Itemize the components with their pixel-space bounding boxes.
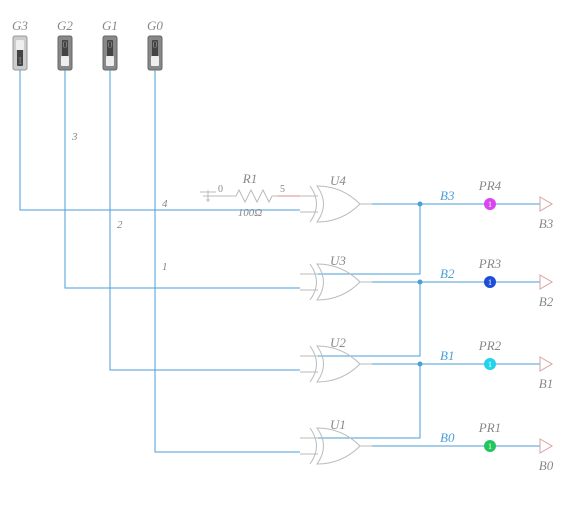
gate-u2	[300, 346, 372, 382]
out-b1-label: B1	[539, 376, 553, 391]
pr3-label: PR3	[478, 256, 502, 271]
r1-name: R1	[242, 171, 257, 186]
switch-g0[interactable]: G0 0	[147, 18, 163, 70]
out-b3	[540, 197, 552, 211]
switch-g3-label: G3	[12, 18, 28, 33]
net-b3-label: B3	[440, 188, 455, 203]
pr2-label: PR2	[478, 338, 502, 353]
out-b0	[540, 439, 552, 453]
wire-g2	[65, 70, 300, 288]
out-b0-label: B0	[539, 458, 554, 473]
pr2-value: 1	[488, 360, 492, 369]
net-4-label: 4	[162, 198, 168, 210]
pr3-value: 1	[488, 278, 492, 287]
r1-node-left: 0	[218, 184, 223, 195]
wire-b1-fb	[300, 364, 420, 438]
switch-g2-label: G2	[57, 18, 73, 33]
pr4-label: PR4	[478, 178, 502, 193]
wire-g0	[155, 70, 300, 452]
net-b0-label: B0	[440, 430, 455, 445]
switch-g1[interactable]: G1 0	[102, 18, 118, 70]
switch-g0-value: 0	[153, 40, 158, 51]
schematic-canvas: G3 1 G2 0 G1 0 G0 0 3 2 1 4	[0, 0, 583, 510]
resistor-r1: R1 100Ω	[230, 171, 278, 219]
net-1-label: 1	[162, 261, 168, 273]
wire-b3-fb	[300, 204, 420, 274]
pr1-label: PR1	[478, 420, 501, 435]
out-b1	[540, 357, 552, 371]
r1-value: 100Ω	[238, 207, 263, 219]
pr4-value: 1	[488, 200, 492, 209]
out-b3-label: B3	[539, 216, 554, 231]
gate-u1	[300, 428, 372, 464]
net-3-label: 3	[71, 131, 78, 143]
switch-g1-value: 0	[108, 40, 113, 51]
wire-g1	[110, 70, 300, 370]
switch-g0-label: G0	[147, 18, 163, 33]
switch-g3[interactable]: G3 1	[12, 18, 28, 70]
switch-g2[interactable]: G2 0	[57, 18, 73, 70]
pr1-value: 1	[488, 442, 492, 451]
out-b2-label: B2	[539, 294, 554, 309]
net-2-label: 2	[117, 219, 123, 231]
u4-label: U4	[330, 173, 346, 188]
switch-g3-value: 1	[18, 56, 23, 67]
net-b1-label: B1	[440, 348, 454, 363]
wire-g3	[20, 70, 300, 210]
switch-g2-value: 0	[63, 40, 68, 51]
wire-b2-fb	[300, 282, 420, 356]
net-b2-label: B2	[440, 266, 455, 281]
switch-g1-label: G1	[102, 18, 118, 33]
out-b2	[540, 275, 552, 289]
gate-u4	[300, 186, 372, 222]
r1-node-right: 5	[280, 184, 285, 195]
gate-u3	[300, 264, 372, 300]
